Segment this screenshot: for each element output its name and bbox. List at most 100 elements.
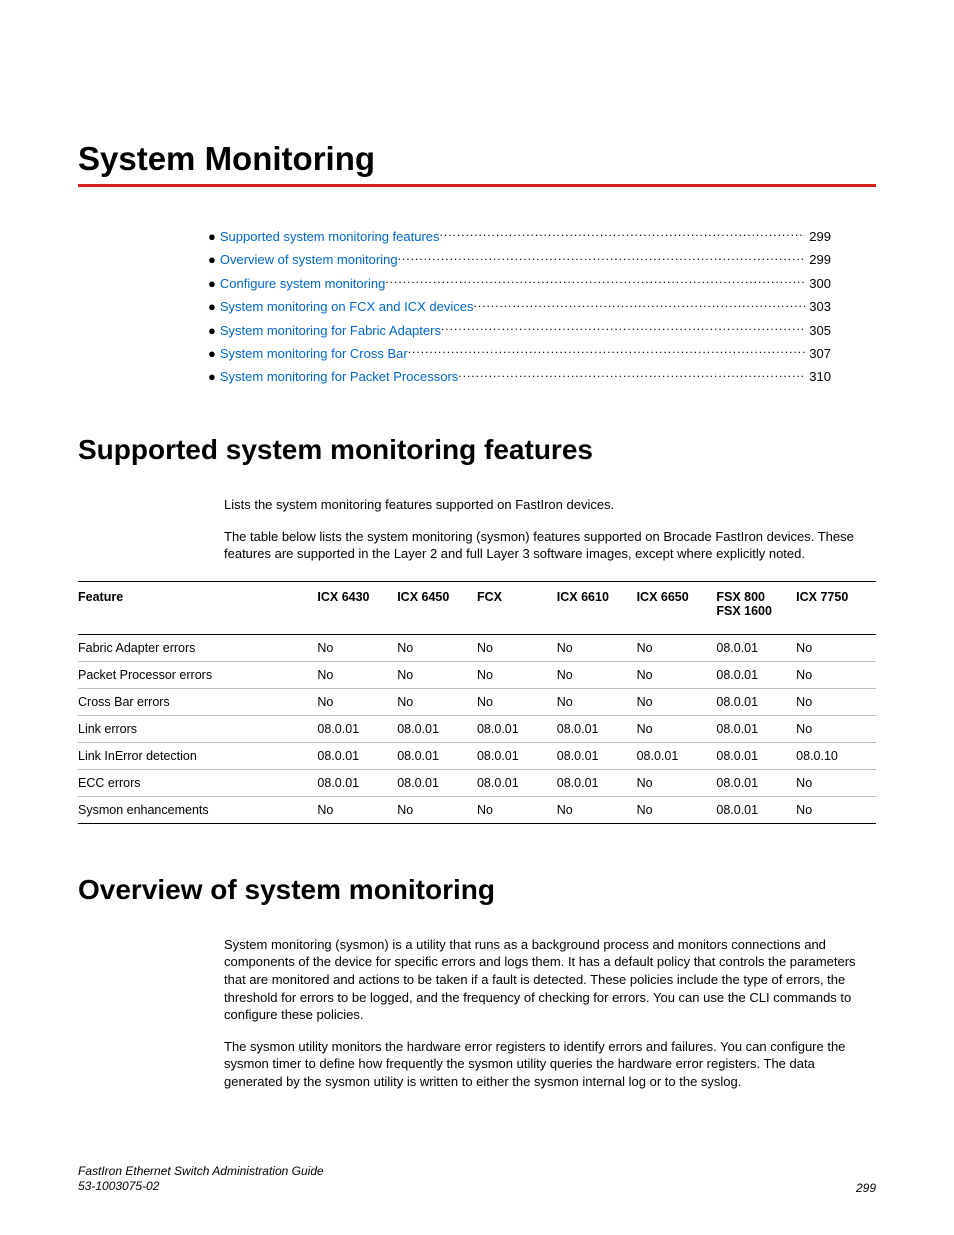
toc-entry: ● Configure system monitoring 300 xyxy=(208,276,831,293)
bullet-icon: ● xyxy=(208,252,216,269)
toc-entry: ● Supported system monitoring features 2… xyxy=(208,229,831,246)
chapter-toc: ● Supported system monitoring features 2… xyxy=(208,229,831,386)
overview-p1: System monitoring (sysmon) is a utility … xyxy=(224,936,876,1024)
toc-leader xyxy=(473,299,805,311)
cell: 08.0.01 xyxy=(317,742,397,769)
cell: Cross Bar errors xyxy=(78,688,317,715)
cell: No xyxy=(477,634,557,661)
bullet-icon: ● xyxy=(208,276,216,293)
toc-link[interactable]: System monitoring for Fabric Adapters xyxy=(220,323,441,340)
toc-entry: ● System monitoring for Fabric Adapters … xyxy=(208,323,831,340)
toc-link[interactable]: System monitoring for Cross Bar xyxy=(220,346,408,363)
cell: 08.0.01 xyxy=(637,742,717,769)
cell: Link InError detection xyxy=(78,742,317,769)
cell: ECC errors xyxy=(78,769,317,796)
col-header-feature: Feature xyxy=(78,581,317,634)
cell: 08.0.01 xyxy=(557,715,637,742)
cell: 08.0.01 xyxy=(716,688,796,715)
cell: 08.0.01 xyxy=(397,715,477,742)
chapter-title: System Monitoring xyxy=(78,140,876,178)
table-header-row: Feature ICX 6430 ICX 6450 FCX ICX 6610 I… xyxy=(78,581,876,634)
footer-page-number: 299 xyxy=(856,1181,876,1195)
cell: No xyxy=(557,796,637,823)
cell: No xyxy=(557,688,637,715)
overview-p2: The sysmon utility monitors the hardware… xyxy=(224,1038,876,1091)
bullet-icon: ● xyxy=(208,229,216,246)
section-intro: Lists the system monitoring features sup… xyxy=(224,496,876,514)
cell: No xyxy=(637,661,717,688)
toc-entry: ● System monitoring for Packet Processor… xyxy=(208,369,831,386)
page-footer: FastIron Ethernet Switch Administration … xyxy=(78,1164,876,1195)
table-row: Sysmon enhancements No No No No No 08.0.… xyxy=(78,796,876,823)
cell: No xyxy=(397,634,477,661)
cell: 08.0.01 xyxy=(716,796,796,823)
table-row: Cross Bar errors No No No No No 08.0.01 … xyxy=(78,688,876,715)
toc-leader xyxy=(385,276,805,288)
toc-link[interactable]: Configure system monitoring xyxy=(220,276,385,293)
cell: Fabric Adapter errors xyxy=(78,634,317,661)
cell: 08.0.01 xyxy=(557,769,637,796)
col-header-icx6650: ICX 6650 xyxy=(637,581,717,634)
cell: 08.0.01 xyxy=(317,715,397,742)
table-row: ECC errors 08.0.01 08.0.01 08.0.01 08.0.… xyxy=(78,769,876,796)
col-header-icx6610: ICX 6610 xyxy=(557,581,637,634)
cell: No xyxy=(796,634,876,661)
title-rule xyxy=(78,184,876,187)
cell: 08.0.01 xyxy=(716,661,796,688)
toc-entry: ● System monitoring on FCX and ICX devic… xyxy=(208,299,831,316)
cell: No xyxy=(637,715,717,742)
cell: No xyxy=(637,796,717,823)
cell: No xyxy=(477,661,557,688)
table-row: Link InError detection 08.0.01 08.0.01 0… xyxy=(78,742,876,769)
cell: No xyxy=(317,688,397,715)
toc-page: 299 xyxy=(807,252,831,269)
cell: 08.0.01 xyxy=(317,769,397,796)
cell: No xyxy=(317,796,397,823)
cell: 08.0.01 xyxy=(397,742,477,769)
toc-page: 310 xyxy=(807,369,831,386)
cell: No xyxy=(477,688,557,715)
toc-page: 299 xyxy=(807,229,831,246)
cell: 08.0.01 xyxy=(716,769,796,796)
cell: No xyxy=(317,634,397,661)
cell: No xyxy=(796,769,876,796)
feature-table: Feature ICX 6430 ICX 6450 FCX ICX 6610 I… xyxy=(78,581,876,824)
toc-leader xyxy=(398,253,806,265)
toc-link[interactable]: Overview of system monitoring xyxy=(220,252,398,269)
toc-page: 305 xyxy=(807,323,831,340)
bullet-icon: ● xyxy=(208,346,216,363)
toc-link[interactable]: System monitoring for Packet Processors xyxy=(220,369,458,386)
col-header-fcx: FCX xyxy=(477,581,557,634)
cell: No xyxy=(796,796,876,823)
cell: No xyxy=(637,769,717,796)
cell: No xyxy=(557,634,637,661)
toc-page: 303 xyxy=(807,299,831,316)
bullet-icon: ● xyxy=(208,299,216,316)
footer-doc-number: 53-1003075-02 xyxy=(78,1179,324,1195)
cell: 08.0.01 xyxy=(716,715,796,742)
cell: No xyxy=(796,688,876,715)
cell: No xyxy=(477,796,557,823)
cell: No xyxy=(557,661,637,688)
toc-page: 300 xyxy=(807,276,831,293)
col-header-fsx800: FSX 800 xyxy=(716,590,790,604)
cell: 08.0.01 xyxy=(477,715,557,742)
toc-leader xyxy=(408,346,806,358)
bullet-icon: ● xyxy=(208,369,216,386)
cell: 08.0.01 xyxy=(477,769,557,796)
cell: 08.0.01 xyxy=(477,742,557,769)
toc-link[interactable]: System monitoring on FCX and ICX devices xyxy=(220,299,474,316)
cell: 08.0.01 xyxy=(397,769,477,796)
section-heading-overview: Overview of system monitoring xyxy=(78,874,876,906)
cell: No xyxy=(317,661,397,688)
cell: No xyxy=(796,661,876,688)
section-heading-supported: Supported system monitoring features xyxy=(78,434,876,466)
toc-leader xyxy=(440,229,806,241)
bullet-icon: ● xyxy=(208,323,216,340)
toc-entry: ● Overview of system monitoring 299 xyxy=(208,252,831,269)
cell: No xyxy=(397,796,477,823)
cell: Packet Processor errors xyxy=(78,661,317,688)
cell: Link errors xyxy=(78,715,317,742)
cell: No xyxy=(796,715,876,742)
toc-link[interactable]: Supported system monitoring features xyxy=(220,229,440,246)
